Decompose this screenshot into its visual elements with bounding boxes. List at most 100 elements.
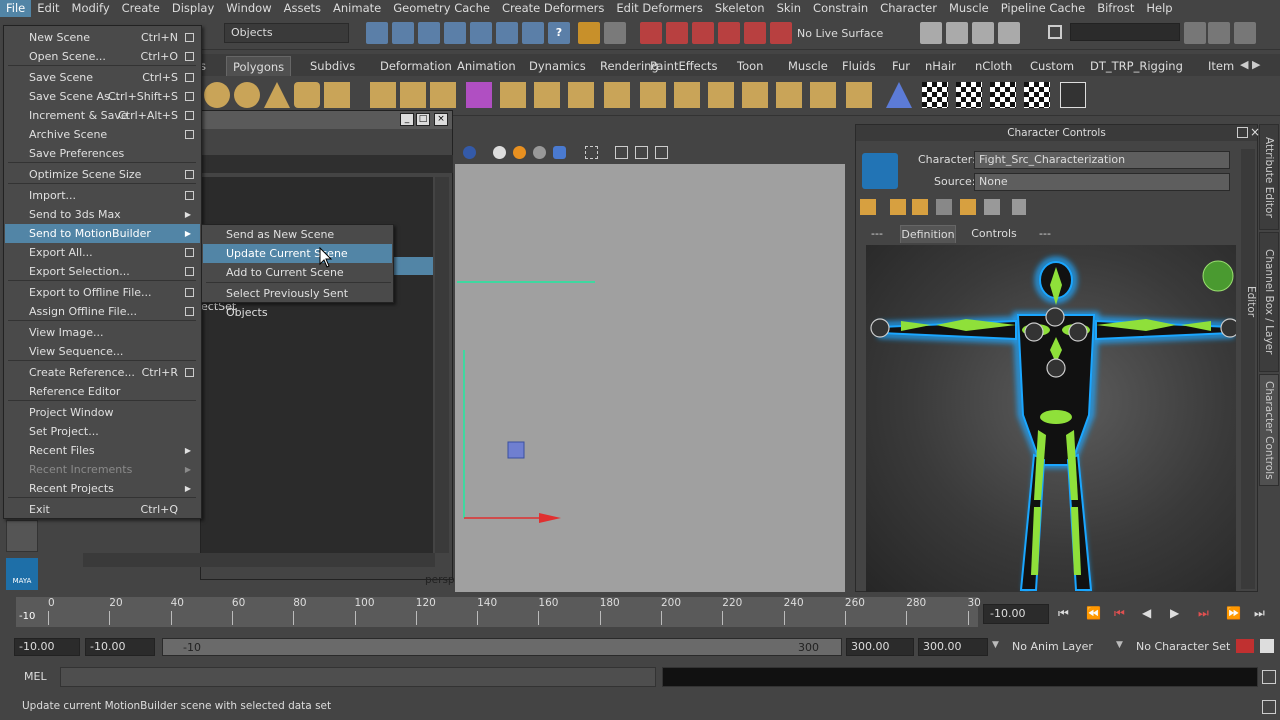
outliner-scrollbar[interactable]: [435, 177, 449, 553]
poke-icon[interactable]: [846, 82, 872, 108]
shelf-tab-muscle[interactable]: Muscle: [788, 56, 828, 76]
uv-sew-icon[interactable]: [1024, 82, 1050, 108]
menu-create[interactable]: Create: [116, 0, 166, 17]
menu-edit-deformers[interactable]: Edit Deformers: [610, 0, 708, 17]
separate-icon[interactable]: [400, 82, 426, 108]
shelf-tab-nhair[interactable]: nHair: [925, 56, 956, 76]
curve-snap-icon[interactable]: [418, 22, 440, 44]
magnet-snap-curve-icon[interactable]: [666, 22, 688, 44]
file-menu-item-archive-scene[interactable]: Archive Scene: [5, 125, 200, 144]
option-box-icon[interactable]: [185, 288, 194, 297]
range-slider[interactable]: -10 300: [162, 638, 842, 656]
surface-snap-icon[interactable]: [522, 22, 544, 44]
close-button[interactable]: ×: [434, 113, 448, 126]
playback-end-field[interactable]: 300.00: [846, 638, 914, 656]
save-icon[interactable]: [984, 199, 1000, 215]
file-menu-item-create-reference[interactable]: Create Reference... Ctrl+R: [5, 363, 200, 382]
anim-layer-dropdown[interactable]: No Anim Layer: [1012, 640, 1093, 653]
shelf-scroll-arrows-icon[interactable]: ◀ ▶: [1240, 58, 1260, 71]
menu-window[interactable]: Window: [220, 0, 277, 17]
component-icon[interactable]: [444, 22, 466, 44]
isolate-icon[interactable]: [615, 146, 628, 159]
outliner-h-scrollbar[interactable]: [83, 553, 435, 567]
menu-modify[interactable]: Modify: [66, 0, 116, 17]
go-to-start-icon[interactable]: ⏮: [1058, 606, 1069, 621]
selection-mode-dropdown[interactable]: Objects: [224, 23, 349, 43]
submenu-item-update-current-scene[interactable]: Update Current Scene: [203, 244, 392, 263]
shelf-tab-subdivs[interactable]: Subdivs: [310, 56, 355, 76]
maximize-button[interactable]: □: [416, 113, 430, 126]
menu-skin[interactable]: Skin: [771, 0, 807, 17]
torus-icon[interactable]: [204, 82, 230, 108]
wireframe-shade-icon[interactable]: [463, 146, 476, 159]
auto-key-icon[interactable]: [1236, 639, 1254, 653]
file-menu-item-send-to-3ds-max[interactable]: Send to 3ds Max ▶: [5, 205, 200, 224]
step-back-key-icon[interactable]: ⏮: [1114, 606, 1125, 621]
minimize-button[interactable]: _: [400, 113, 414, 126]
menu-display[interactable]: Display: [166, 0, 220, 17]
quick-select-input[interactable]: [1070, 23, 1180, 41]
file-menu-item-recent-projects[interactable]: Recent Projects ▶: [5, 479, 200, 498]
cylinder-icon[interactable]: [294, 82, 320, 108]
select-by-hierarchy-icon[interactable]: [366, 22, 388, 44]
shelf-tab-painteffects[interactable]: PaintEffects: [650, 56, 718, 76]
shelf-tab-item[interactable]: Item: [1208, 56, 1234, 76]
selected-locator[interactable]: [507, 441, 525, 459]
menu-file[interactable]: File: [0, 0, 32, 17]
tab-dash-right[interactable]: ---: [1030, 225, 1060, 243]
option-box-icon[interactable]: [185, 191, 194, 200]
option-box-icon[interactable]: [185, 52, 194, 61]
menu-character[interactable]: Character: [874, 0, 943, 17]
load-folder-icon[interactable]: [960, 199, 976, 215]
shelf-tab-custom[interactable]: Custom: [1030, 56, 1074, 76]
float-panel-icon[interactable]: [1237, 127, 1248, 138]
render-view-icon[interactable]: [920, 22, 942, 44]
side-tab-attribute-editor[interactable]: Attribute Editor: [1259, 124, 1279, 230]
menu-bifrost[interactable]: Bifrost: [1091, 0, 1140, 17]
shelf-tab-dt-trp-rigging[interactable]: DT_TRP_Rigging: [1090, 56, 1183, 76]
step-forward-key-icon[interactable]: ⏭: [1198, 606, 1209, 621]
shelf-tab-deformation[interactable]: Deformation: [380, 56, 452, 76]
option-box-icon[interactable]: [185, 170, 194, 179]
option-box-icon[interactable]: [185, 33, 194, 42]
toggle-tool-settings-icon[interactable]: [1208, 22, 1230, 44]
sculpt-icon[interactable]: [886, 82, 912, 108]
tab-dash-left[interactable]: ---: [860, 225, 894, 243]
collapse-icon[interactable]: [708, 82, 734, 108]
file-menu-item-recent-increments[interactable]: Recent Increments ▶: [5, 460, 200, 479]
playback-start-field[interactable]: -10.00: [85, 638, 155, 656]
file-menu-item-view-sequence[interactable]: View Sequence...: [5, 342, 200, 361]
uv-checker-icon[interactable]: [922, 82, 948, 108]
option-box-icon[interactable]: [185, 368, 194, 377]
file-menu-item-open-scene[interactable]: Open Scene... Ctrl+O: [5, 47, 200, 66]
pin-lock-icon[interactable]: [912, 199, 928, 215]
option-box-icon[interactable]: [185, 130, 194, 139]
current-frame-marker[interactable]: -10: [19, 611, 35, 622]
command-input[interactable]: [60, 667, 656, 687]
bevel-icon[interactable]: [742, 82, 768, 108]
time-slider[interactable]: 0 20 40 60 80 100 120 140 160 180 200 220 240 260 280 3…: [16, 597, 981, 627]
script-editor-icon[interactable]: [1262, 670, 1276, 684]
ipr-render-icon[interactable]: [972, 22, 994, 44]
menu-pipeline-cache[interactable]: Pipeline Cache: [995, 0, 1091, 17]
bridge-icon[interactable]: [534, 82, 560, 108]
play-backward-icon[interactable]: ◀: [1142, 606, 1151, 620]
step-forward-icon[interactable]: ⏩: [1226, 606, 1241, 620]
outliner-titlebar[interactable]: [201, 111, 452, 129]
textured-icon[interactable]: [513, 146, 526, 159]
character-set-arrow-icon[interactable]: ▼: [1116, 640, 1123, 650]
layout-icon[interactable]: [6, 520, 38, 552]
option-box-icon[interactable]: [185, 92, 194, 101]
grid-snap-icon[interactable]: [470, 22, 492, 44]
file-menu-item-increment-save[interactable]: Increment & Save Ctrl+Alt+S: [5, 106, 200, 125]
menu-geometry-cache[interactable]: Geometry Cache: [387, 0, 496, 17]
toggle-channel-box-icon[interactable]: [1234, 22, 1256, 44]
file-menu-item-save-preferences[interactable]: Save Preferences: [5, 144, 200, 163]
plane-icon[interactable]: [324, 82, 350, 108]
grid-toggle-icon[interactable]: [655, 146, 668, 159]
shelf-tab-dynamics[interactable]: Dynamics: [529, 56, 586, 76]
extract-icon[interactable]: [430, 82, 456, 108]
anim-layer-arrow-icon[interactable]: ▼: [992, 640, 999, 650]
magnet-snap-grid-icon[interactable]: [640, 22, 662, 44]
option-box-icon[interactable]: [185, 111, 194, 120]
